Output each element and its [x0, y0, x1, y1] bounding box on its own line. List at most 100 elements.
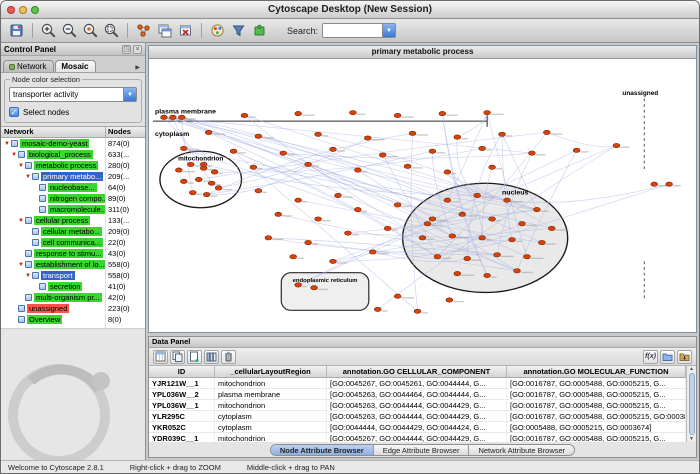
graph-node[interactable]: [434, 255, 441, 259]
graph-node[interactable]: [394, 203, 401, 207]
graph-node[interactable]: [379, 153, 386, 157]
graph-node[interactable]: [666, 182, 673, 186]
table-row[interactable]: YJR121W__1mitochondrion[GO:0045267, GO:0…: [149, 378, 686, 389]
tree-row[interactable]: response to stimu...43(0): [1, 248, 145, 259]
graph-node[interactable]: [350, 110, 357, 114]
graph-node[interactable]: [444, 198, 451, 202]
graph-node[interactable]: [529, 151, 536, 155]
tree-row[interactable]: ▼mosaic-demo-yeast874(0): [1, 138, 145, 149]
graph-node[interactable]: [178, 115, 185, 119]
graph-node[interactable]: [519, 222, 526, 226]
graph-node[interactable]: [255, 189, 262, 193]
graph-node[interactable]: [215, 186, 222, 190]
tree-row[interactable]: ▼transport558(0): [1, 270, 145, 281]
zoom-out-icon[interactable]: [60, 21, 79, 40]
graph-node[interactable]: [524, 255, 531, 259]
import-table-icon[interactable]: [660, 350, 675, 364]
graph-node[interactable]: [200, 166, 207, 170]
filter-icon[interactable]: [229, 21, 248, 40]
graph-node[interactable]: [533, 207, 540, 211]
graph-node[interactable]: [330, 147, 337, 151]
graph-node[interactable]: [208, 181, 215, 185]
graph-node[interactable]: [414, 309, 421, 313]
graph-node[interactable]: [161, 115, 168, 119]
graph-node[interactable]: [211, 170, 218, 174]
graph-node[interactable]: [429, 149, 436, 153]
graph-node[interactable]: [374, 307, 381, 311]
graph-node[interactable]: [230, 149, 237, 153]
column-header[interactable]: _cellularLayoutRegion: [215, 366, 327, 377]
network-canvas[interactable]: plasma membrane cytoplasm mitochondrion …: [149, 59, 696, 332]
graph-node[interactable]: [280, 151, 287, 155]
graph-node[interactable]: [295, 198, 302, 202]
save-session-icon[interactable]: [7, 21, 26, 40]
graph-node[interactable]: [169, 115, 176, 119]
graph-node[interactable]: [315, 217, 322, 221]
search-input[interactable]: [323, 26, 382, 35]
tree-row[interactable]: nucleobase...64(0): [1, 182, 145, 193]
graph-node[interactable]: [241, 113, 248, 117]
tree-row[interactable]: Overview8(0): [1, 314, 145, 325]
graph-node[interactable]: [543, 130, 550, 134]
graph-node[interactable]: [311, 286, 318, 290]
graph-node[interactable]: [255, 134, 262, 138]
graph-node[interactable]: [613, 143, 620, 147]
tree-row[interactable]: secretion41(0): [1, 281, 145, 292]
table-row[interactable]: YPL036W__1mitochondrion[GO:0045263, GO:0…: [149, 400, 686, 411]
color-attribute-dropdown[interactable]: transporter activity ▼: [9, 87, 137, 102]
create-view-icon[interactable]: [155, 21, 174, 40]
graph-node[interactable]: [479, 236, 486, 240]
expand-arrow-icon[interactable]: ▼: [10, 152, 18, 158]
graph-node[interactable]: [369, 250, 376, 254]
select-nodes-checkbox[interactable]: ✓: [9, 107, 19, 117]
zoom-in-icon[interactable]: [39, 21, 58, 40]
column-header[interactable]: annotation.GO MOLECULAR_FUNCTION: [507, 366, 686, 377]
graph-node[interactable]: [444, 170, 451, 174]
column-header[interactable]: ID: [149, 366, 215, 377]
graph-node[interactable]: [419, 236, 426, 240]
graph-node[interactable]: [175, 168, 182, 172]
table-scrollbar[interactable]: ▲ ▼: [686, 366, 696, 442]
tree-row[interactable]: cellular metabo...209(0): [1, 226, 145, 237]
graph-node[interactable]: [509, 238, 516, 242]
graph-node[interactable]: [404, 164, 411, 168]
search-dropdown-icon[interactable]: ▼: [382, 24, 395, 37]
graph-node[interactable]: [189, 191, 196, 195]
graph-node[interactable]: [315, 132, 322, 136]
export-table-icon[interactable]: [677, 350, 692, 364]
expand-arrow-icon[interactable]: ▼: [24, 273, 32, 279]
plugin-icon[interactable]: [250, 21, 269, 40]
vizmapper-icon[interactable]: [208, 21, 227, 40]
graph-node[interactable]: [205, 130, 212, 134]
graph-node[interactable]: [424, 222, 431, 226]
graph-node[interactable]: [499, 132, 506, 136]
graph-node[interactable]: [449, 234, 456, 238]
graph-node[interactable]: [250, 165, 257, 169]
graph-node[interactable]: [290, 255, 297, 259]
zoom-selected-icon[interactable]: [81, 21, 100, 40]
tree-row[interactable]: ▼establishment of lo...558(0): [1, 259, 145, 270]
graph-node[interactable]: [394, 113, 401, 117]
graph-node[interactable]: [573, 148, 580, 152]
graph-node[interactable]: [354, 168, 361, 172]
graph-node[interactable]: [275, 212, 282, 216]
graph-node[interactable]: [538, 240, 545, 244]
graph-node[interactable]: [364, 136, 371, 140]
graph-node[interactable]: [354, 207, 361, 211]
destroy-view-icon[interactable]: [176, 21, 195, 40]
graph-node[interactable]: [479, 146, 486, 150]
tree-header-nodes[interactable]: Nodes: [105, 127, 145, 137]
scrollbar-thumb[interactable]: [689, 373, 695, 435]
tree-row[interactable]: ▼biological_process633(...: [1, 149, 145, 160]
graph-node[interactable]: [330, 259, 337, 263]
delete-attribute-icon[interactable]: [221, 350, 236, 364]
graph-node[interactable]: [484, 110, 491, 114]
graph-node[interactable]: [335, 193, 342, 197]
tree-row[interactable]: ▼cellular process133(...: [1, 215, 145, 226]
graph-node[interactable]: [464, 256, 471, 260]
select-attributes-icon[interactable]: [153, 350, 168, 364]
tab-mosaic[interactable]: Mosaic: [55, 60, 96, 72]
expand-arrow-icon[interactable]: ▼: [24, 174, 32, 180]
float-panel-icon[interactable]: ◳: [122, 45, 131, 54]
scroll-up-icon[interactable]: ▲: [689, 366, 694, 372]
